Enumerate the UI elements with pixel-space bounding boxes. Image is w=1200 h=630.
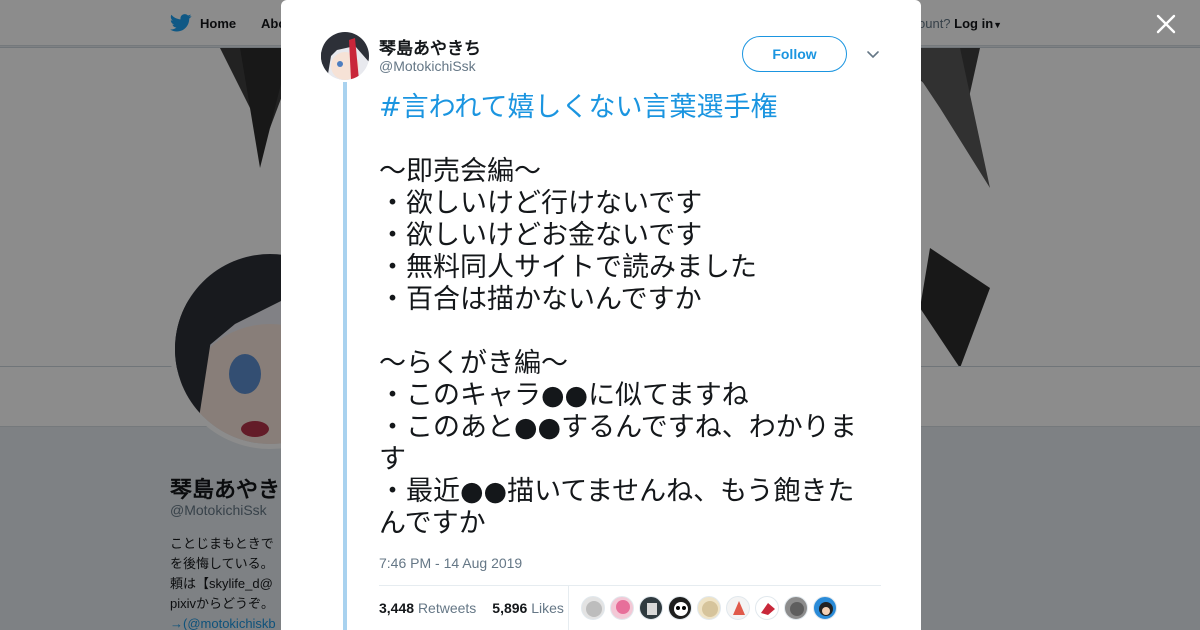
liker-avatar[interactable] (697, 596, 721, 620)
hashtag-link[interactable]: #言われて嬉しくない言葉選手権 (379, 92, 777, 123)
retweets-label: Retweets (417, 600, 477, 616)
likes-label: Likes (531, 600, 564, 616)
author-avatar[interactable] (321, 32, 369, 80)
thread-line (343, 82, 347, 630)
close-icon[interactable] (1154, 12, 1178, 36)
chevron-down-icon[interactable] (865, 46, 881, 62)
tweet-timestamp[interactable]: 7:46 PM - 14 Aug 2019 (379, 555, 522, 571)
author-avatar-image (321, 32, 369, 80)
liker-avatar[interactable] (813, 596, 837, 620)
follow-button[interactable]: Follow (742, 36, 847, 72)
liker-avatar[interactable] (755, 596, 779, 620)
likes-count: 5,896 (492, 600, 528, 616)
stats-separator (568, 586, 569, 630)
stats-divider (379, 585, 881, 586)
tweet-modal: 琴島あやきち @MotokichiSsk Follow #言われて嬉しくない言葉… (281, 0, 921, 630)
likes-stat[interactable]: 5,896 Likes (492, 600, 564, 616)
liker-avatar[interactable] (610, 596, 634, 620)
retweets-count: 3,448 (379, 600, 415, 616)
author-screen-name[interactable]: @MotokichiSsk (379, 58, 476, 74)
tweet-body: ～即売会編～ ・欲しいけど行けないです ・欲しいけどお金ないです ・無料同人サイ… (379, 156, 857, 539)
liker-avatar[interactable] (639, 596, 663, 620)
liker-avatars (581, 596, 837, 620)
liker-avatar[interactable] (581, 596, 605, 620)
liker-avatar[interactable] (726, 596, 750, 620)
tweet-stats: 3,448 Retweets 5,896 Likes (379, 600, 564, 616)
tweet-text: #言われて嬉しくない言葉選手権 ～即売会編～ ・欲しいけど行けないです ・欲しい… (379, 92, 869, 540)
author-display-name[interactable]: 琴島あやきち (379, 34, 481, 59)
liker-avatar[interactable] (784, 596, 808, 620)
retweets-stat[interactable]: 3,448 Retweets (379, 600, 476, 616)
liker-avatar[interactable] (668, 596, 692, 620)
